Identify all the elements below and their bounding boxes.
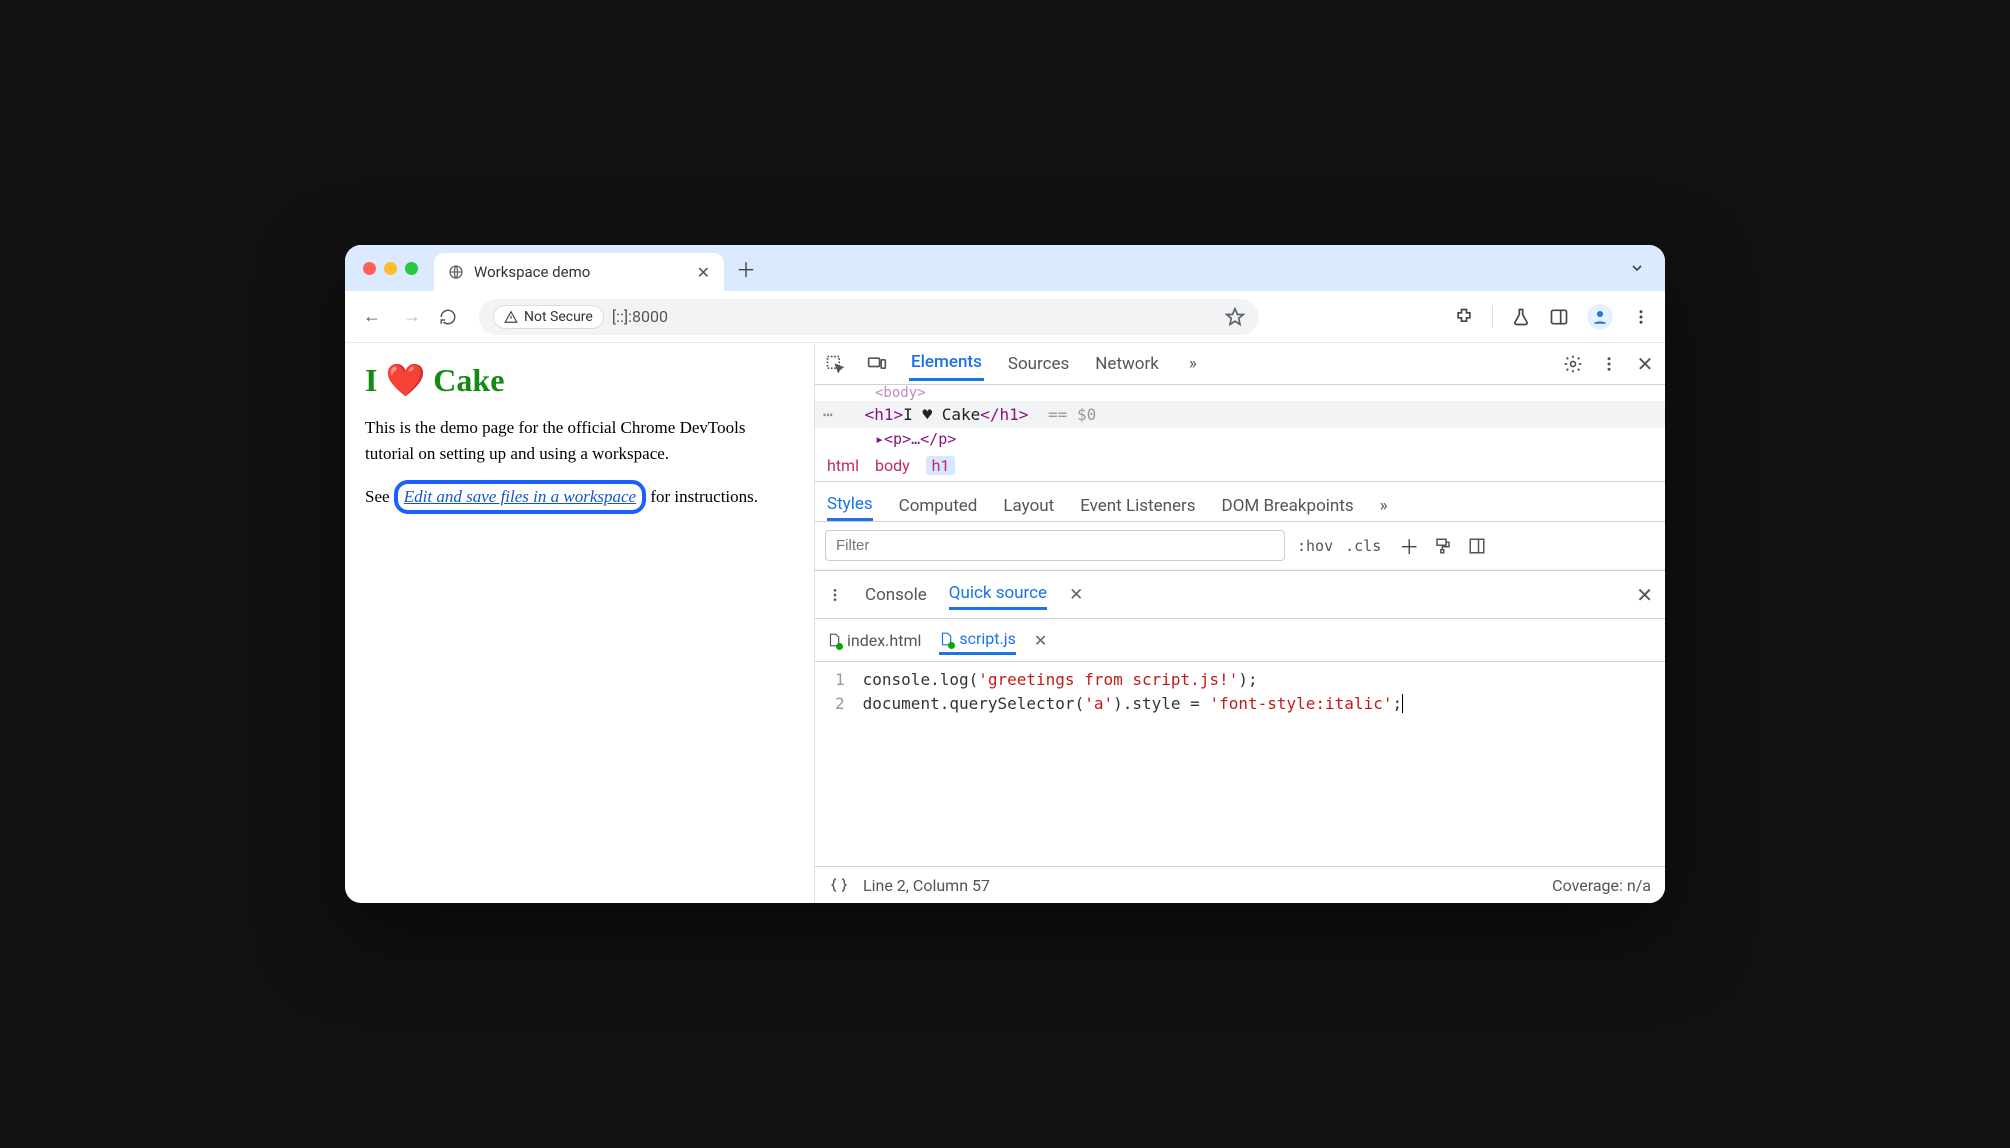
page-paragraph-1: This is the demo page for the official C… xyxy=(365,415,794,466)
device-toolbar-icon[interactable] xyxy=(867,354,887,374)
security-label: Not Secure xyxy=(524,309,593,325)
cls-toggle[interactable]: .cls xyxy=(1345,537,1381,555)
drawer-kebab-icon[interactable] xyxy=(827,587,843,603)
devtools-kebab-icon[interactable] xyxy=(1599,354,1619,374)
new-tab-button[interactable]: ＋ xyxy=(736,254,756,283)
address-bar[interactable]: Not Secure [::]:8000 xyxy=(479,299,1259,335)
back-button[interactable]: ← xyxy=(359,306,385,327)
close-drawer-button[interactable]: ✕ xyxy=(1636,583,1653,607)
warning-icon xyxy=(504,310,518,324)
content-area: I ❤️ Cake This is the demo page for the … xyxy=(345,343,1665,903)
styles-filter-row: :hov .cls ＋ xyxy=(815,522,1665,570)
close-quick-source[interactable]: ✕ xyxy=(1069,585,1083,605)
minimize-window-button[interactable] xyxy=(384,262,397,275)
forward-button[interactable]: → xyxy=(399,306,425,327)
editor-statusbar: Line 2, Column 57 Coverage: n/a xyxy=(815,866,1665,903)
drawer-tabs: Console Quick source ✕ ✕ xyxy=(815,570,1665,619)
computed-panel-icon[interactable] xyxy=(1467,536,1487,556)
close-tab-button[interactable]: ✕ xyxy=(697,263,710,282)
drawer-tab-quick-source[interactable]: Quick source xyxy=(949,579,1047,610)
more-tabs-button[interactable]: » xyxy=(1187,348,1199,380)
kebab-menu-icon[interactable] xyxy=(1631,307,1651,327)
window-controls xyxy=(363,262,418,275)
bookmark-star-icon[interactable] xyxy=(1225,307,1245,327)
devtools-main-tabs: Elements Sources Network » ✕ xyxy=(815,343,1665,385)
crumb-h1[interactable]: h1 xyxy=(926,456,956,475)
styles-filter-input[interactable] xyxy=(825,530,1285,561)
tab-title: Workspace demo xyxy=(474,263,590,281)
code-content[interactable]: console.log('greetings from script.js!')… xyxy=(859,662,1417,866)
new-style-rule-icon[interactable]: ＋ xyxy=(1399,536,1419,556)
tab-elements[interactable]: Elements xyxy=(909,346,984,381)
hov-toggle[interactable]: :hov xyxy=(1297,537,1333,555)
file-icon xyxy=(827,632,841,648)
tab-search-button[interactable] xyxy=(1621,256,1653,280)
rendered-page: I ❤️ Cake This is the demo page for the … xyxy=(345,343,815,903)
close-devtools-button[interactable]: ✕ xyxy=(1635,354,1655,374)
close-window-button[interactable] xyxy=(363,262,376,275)
heart-icon: ❤️ xyxy=(385,362,425,398)
url-text: [::]:8000 xyxy=(612,307,668,326)
tab-network[interactable]: Network xyxy=(1093,348,1161,380)
more-styles-tabs[interactable]: » xyxy=(1380,492,1388,520)
tab-event-listeners[interactable]: Event Listeners xyxy=(1080,492,1195,520)
ellipsis-icon: ⋯ xyxy=(823,405,833,424)
page-paragraph-2: See Edit and save files in a workspace f… xyxy=(365,480,794,514)
drawer-tab-console[interactable]: Console xyxy=(865,581,927,609)
code-editor[interactable]: 12 console.log('greetings from script.js… xyxy=(815,662,1665,866)
paint-icon[interactable] xyxy=(1433,536,1453,556)
styles-tabs: Styles Computed Layout Event Listeners D… xyxy=(815,482,1665,522)
gear-icon[interactable] xyxy=(1563,354,1583,374)
labs-icon[interactable] xyxy=(1511,307,1531,327)
browser-toolbar: ← → Not Secure [::]:8000 xyxy=(345,291,1665,343)
link-highlight: Edit and save files in a workspace xyxy=(394,480,646,514)
tab-sources[interactable]: Sources xyxy=(1006,348,1071,380)
tab-dom-breakpoints[interactable]: DOM Breakpoints xyxy=(1222,492,1354,520)
file-icon xyxy=(939,631,953,647)
mapped-dot-icon xyxy=(836,643,843,650)
coverage-status: Coverage: n/a xyxy=(1552,876,1651,895)
line-gutter: 12 xyxy=(815,662,859,866)
tab-computed[interactable]: Computed xyxy=(899,492,978,520)
titlebar: Workspace demo ✕ ＋ xyxy=(345,245,1665,291)
profile-avatar[interactable] xyxy=(1587,304,1613,330)
maximize-window-button[interactable] xyxy=(405,262,418,275)
dom-p-collapsed[interactable]: ▸<p>…</p> xyxy=(815,428,1665,450)
dom-selected-row[interactable]: ⋯ <h1>I ♥ Cake</h1> == $0 xyxy=(815,401,1665,428)
cursor-position: Line 2, Column 57 xyxy=(863,876,990,895)
crumb-html[interactable]: html xyxy=(827,456,859,475)
devtools-panel: Elements Sources Network » ✕ <body> ⋯ xyxy=(815,343,1665,903)
close-file-tab[interactable]: ✕ xyxy=(1034,631,1047,650)
security-chip[interactable]: Not Secure xyxy=(493,305,604,329)
crumb-body[interactable]: body xyxy=(875,456,910,475)
browser-window: Workspace demo ✕ ＋ ← → Not Secure [::]:8… xyxy=(345,245,1665,903)
file-tab-script[interactable]: script.js xyxy=(939,625,1015,655)
tab-styles[interactable]: Styles xyxy=(827,490,873,521)
side-panel-icon[interactable] xyxy=(1549,307,1569,327)
mapped-dot-icon xyxy=(948,642,955,649)
extensions-icon[interactable] xyxy=(1454,307,1474,327)
toolbar-right xyxy=(1454,304,1651,330)
page-heading: I ❤️ Cake xyxy=(365,361,794,399)
dom-body-open: <body> xyxy=(815,385,1665,401)
workspace-link[interactable]: Edit and save files in a workspace xyxy=(404,487,636,506)
file-tabs: index.html script.js ✕ xyxy=(815,619,1665,662)
file-tab-index[interactable]: index.html xyxy=(827,627,921,654)
tab-layout[interactable]: Layout xyxy=(1003,492,1054,520)
globe-icon xyxy=(448,264,464,280)
dom-breadcrumb: html body h1 xyxy=(815,450,1665,482)
inspect-element-icon[interactable] xyxy=(825,354,845,374)
browser-tab[interactable]: Workspace demo ✕ xyxy=(434,253,724,291)
reload-button[interactable] xyxy=(439,308,465,326)
format-icon[interactable] xyxy=(829,875,849,895)
